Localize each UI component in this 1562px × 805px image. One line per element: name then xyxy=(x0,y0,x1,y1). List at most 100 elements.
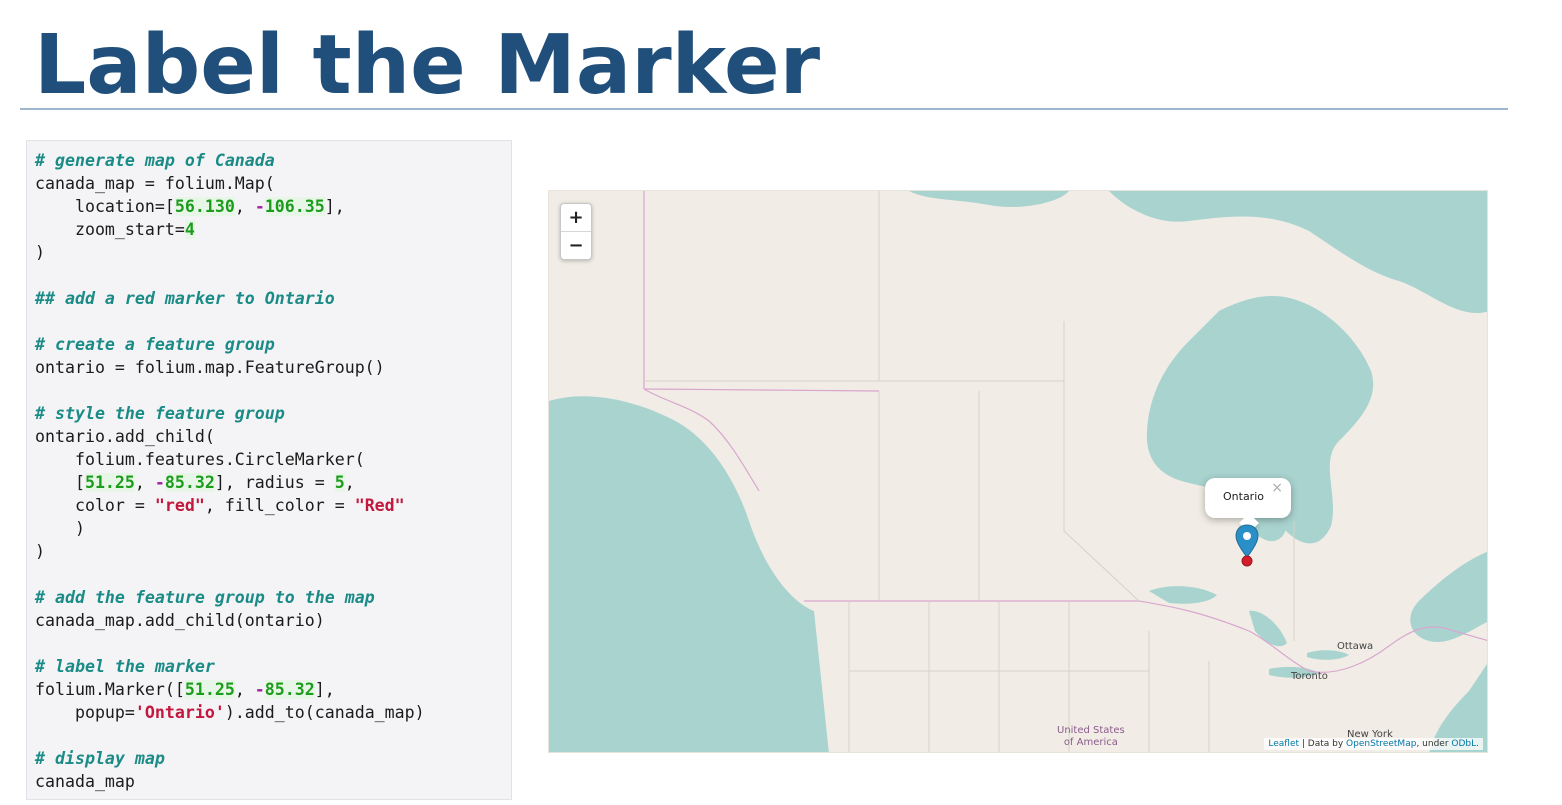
code-line: # generate map of Canada xyxy=(35,149,425,172)
code-token: # display map xyxy=(35,749,165,768)
zoom-out-button[interactable]: − xyxy=(561,231,591,259)
code-token: - xyxy=(254,197,265,216)
code-token: - xyxy=(154,473,165,492)
code-token: ontario = folium.map.FeatureGroup() xyxy=(35,358,385,377)
code-token: ) xyxy=(35,243,45,262)
code-token: 4 xyxy=(184,220,195,239)
popup-label: Ontario xyxy=(1223,490,1264,503)
code-line: ontario = folium.map.FeatureGroup() xyxy=(35,356,425,379)
country-label-usa: United States of America xyxy=(1057,725,1125,749)
code-token: canada_map.add_child(ontario) xyxy=(35,611,325,630)
map-view[interactable]: + − Ottawa Toronto New York United State… xyxy=(548,190,1488,753)
code-line: # label the marker xyxy=(35,655,425,678)
slide-title: Label the Marker xyxy=(34,18,821,113)
lake-huron xyxy=(1249,610,1287,647)
code-token: 5 xyxy=(334,473,345,492)
title-divider xyxy=(20,108,1508,110)
code-token: canada_map xyxy=(35,772,135,791)
code-token: 56.130 xyxy=(174,197,235,216)
country-label-line2: of America xyxy=(1063,737,1118,748)
lake-superior xyxy=(1149,586,1217,604)
code-token: # create a feature group xyxy=(35,335,275,354)
circle-marker[interactable] xyxy=(1241,555,1253,567)
code-line: location=[56.130, -106.35], xyxy=(35,195,425,218)
code-line: # display map xyxy=(35,747,425,770)
code-token: 51.25 xyxy=(84,473,135,492)
code-line: ) xyxy=(35,517,425,540)
code-token: , xyxy=(234,197,255,216)
code-line: [51.25, -85.32], radius = 5, xyxy=(35,471,425,494)
code-line: # style the feature group xyxy=(35,402,425,425)
code-token: location=[ xyxy=(35,197,175,216)
code-token: 85.32 xyxy=(264,680,315,699)
code-token: ], xyxy=(314,680,335,699)
code-line: # add the feature group to the map xyxy=(35,586,425,609)
map-pin-icon[interactable] xyxy=(1233,523,1261,569)
code-token: folium.features.CircleMarker( xyxy=(35,450,365,469)
code-line: canada_map xyxy=(35,770,425,793)
arctic-water-2 xyxy=(1109,191,1487,313)
arctic-water xyxy=(909,191,1069,208)
popup-close-icon[interactable]: × xyxy=(1271,480,1283,496)
code-line: color = "red", fill_color = "Red" xyxy=(35,494,425,517)
marker-popup[interactable]: Ontario × xyxy=(1205,478,1291,533)
map-attribution: Leaflet | Data by OpenStreetMap, under O… xyxy=(1264,738,1483,750)
code-line: # create a feature group xyxy=(35,333,425,356)
city-label-toronto: Toronto xyxy=(1291,671,1328,682)
code-token: [ xyxy=(35,473,85,492)
code-token: , xyxy=(234,680,255,699)
code-cell[interactable]: # generate map of Canada canada_map = fol… xyxy=(26,140,512,800)
leaflet-link[interactable]: Leaflet xyxy=(1268,739,1299,749)
map-tiles xyxy=(549,191,1487,752)
code-line: zoom_start=4 xyxy=(35,218,425,241)
code-token: ], xyxy=(324,197,345,216)
code-token: 85.32 xyxy=(164,473,215,492)
code-token: , xyxy=(344,473,355,492)
code-token: zoom_start= xyxy=(35,220,185,239)
code-line: canada_map.add_child(ontario) xyxy=(35,609,425,632)
zoom-control: + − xyxy=(560,203,592,260)
code-token: "Red" xyxy=(354,496,405,515)
code-token: # add the feature group to the map xyxy=(35,588,375,607)
code-token: , xyxy=(134,473,155,492)
code-token: canada_map = folium.Map( xyxy=(35,174,275,193)
zoom-in-button[interactable]: + xyxy=(561,204,591,231)
code-token: 106.35 xyxy=(264,197,325,216)
code-line: ) xyxy=(35,540,425,563)
code-token: ) xyxy=(35,519,85,538)
attribution-under: , under xyxy=(1416,739,1452,749)
code-token: ## add a red marker to Ontario xyxy=(35,289,335,308)
code-token: , fill_color = xyxy=(204,496,355,515)
code-token: ], radius = xyxy=(214,473,335,492)
pacific-ocean xyxy=(549,396,829,752)
country-label-line1: United States xyxy=(1057,725,1125,736)
code-token: "red" xyxy=(154,496,205,515)
code-line: folium.features.CircleMarker( xyxy=(35,448,425,471)
code-token: 'Ontario' xyxy=(134,703,225,722)
code-line: ontario.add_child( xyxy=(35,425,425,448)
code-token: # generate map of Canada xyxy=(35,151,275,170)
code-line: ) xyxy=(35,241,425,264)
code-token: # label the marker xyxy=(35,657,215,676)
code-block: # generate map of Canada canada_map = fol… xyxy=(35,149,425,793)
attribution-text: | Data by xyxy=(1299,739,1347,749)
osm-link[interactable]: OpenStreetMap xyxy=(1346,739,1416,749)
code-token: ) xyxy=(35,542,45,561)
code-line: canada_map = folium.Map( xyxy=(35,172,425,195)
code-token: - xyxy=(254,680,265,699)
code-token: ).add_to(canada_map) xyxy=(224,703,425,722)
code-line: ## add a red marker to Ontario xyxy=(35,287,425,310)
code-line: popup='Ontario').add_to(canada_map) xyxy=(35,701,425,724)
border-bc-north xyxy=(643,388,880,392)
code-token: # style the feature group xyxy=(35,404,285,423)
code-line: folium.Marker([51.25, -85.32], xyxy=(35,678,425,701)
license-link[interactable]: ODbL. xyxy=(1451,739,1479,749)
border-mb-on xyxy=(1063,321,1140,602)
code-token: folium.Marker([ xyxy=(35,680,185,699)
